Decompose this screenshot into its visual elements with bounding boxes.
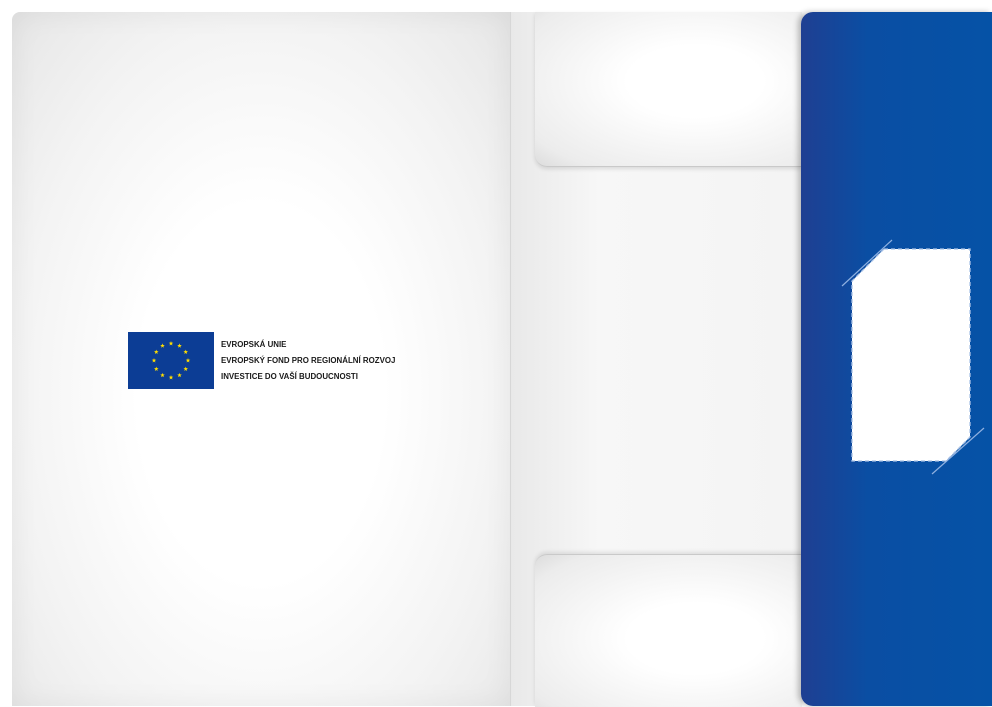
folder-blue-flap bbox=[801, 12, 992, 706]
eu-star-icon bbox=[154, 366, 159, 371]
eu-star-icon bbox=[183, 366, 188, 371]
eu-star-icon bbox=[151, 358, 157, 363]
eu-star-icon bbox=[168, 375, 174, 380]
folder-layout: EVROPSKÁ UNIE EVROPSKÝ FOND PRO REGIONÁL… bbox=[0, 0, 992, 707]
eu-logo-line-1: EVROPSKÁ UNIE bbox=[221, 339, 287, 349]
eu-star-icon bbox=[177, 343, 182, 348]
folder-bottom-pocket bbox=[535, 554, 802, 707]
eu-star-icon bbox=[160, 343, 165, 348]
eu-star-icon bbox=[185, 358, 191, 363]
eu-star-icon bbox=[154, 349, 159, 354]
eu-star-icon bbox=[183, 349, 188, 354]
eu-logo: EVROPSKÁ UNIE EVROPSKÝ FOND PRO REGIONÁL… bbox=[128, 332, 428, 390]
eu-logo-line-2: EVROPSKÝ FOND PRO REGIONÁLNÍ ROZVOJ bbox=[221, 355, 396, 365]
eu-star-icon bbox=[160, 372, 165, 378]
eu-logo-line-3: INVESTICE DO VAŠÍ BUDOUCNOSTI bbox=[221, 371, 358, 381]
eu-star-icon bbox=[177, 372, 182, 378]
eu-logo-text: EVROPSKÁ UNIE EVROPSKÝ FOND PRO REGIONÁL… bbox=[221, 339, 411, 387]
eu-flag-icon bbox=[128, 332, 214, 389]
eu-star-icon bbox=[168, 341, 174, 346]
folder-top-pocket bbox=[535, 12, 802, 167]
